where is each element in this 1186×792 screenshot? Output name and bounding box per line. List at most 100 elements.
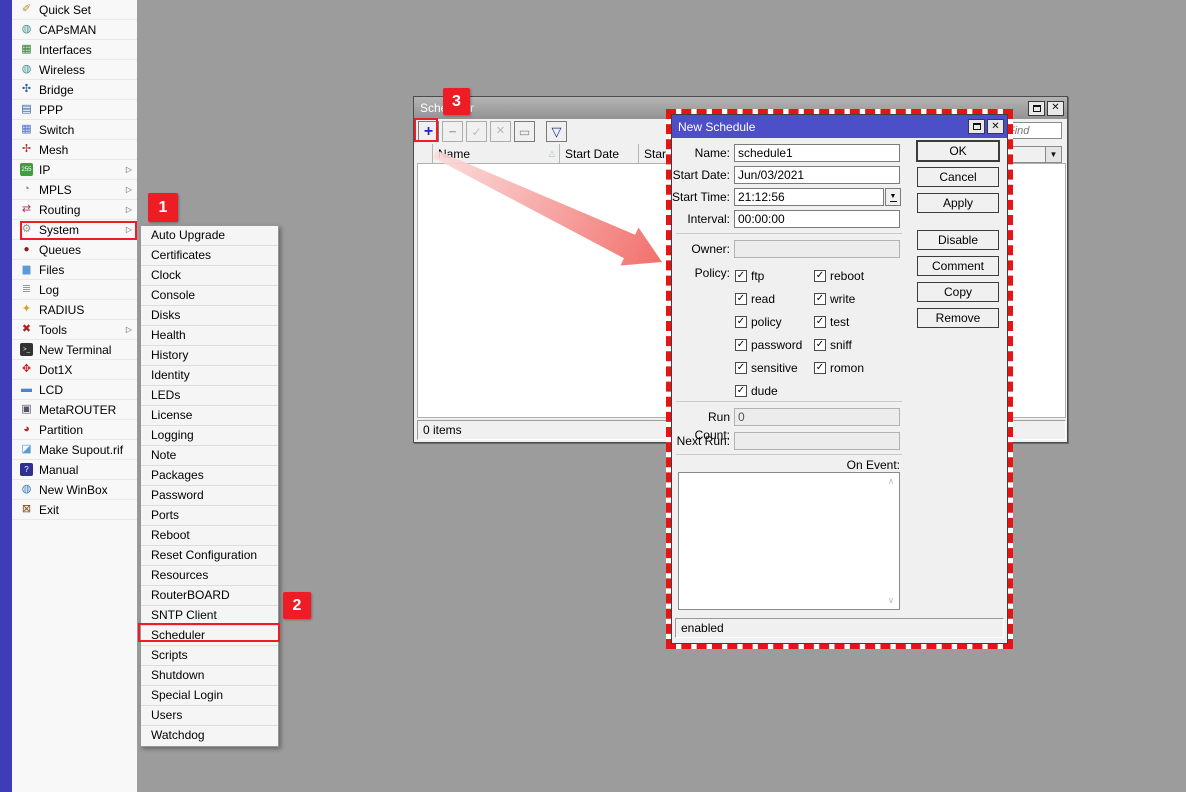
sidebar-item[interactable]: ◍ Wireless ▷ [12, 60, 137, 80]
checkbox-icon[interactable]: ✓ [814, 270, 826, 282]
policy-option[interactable]: ✓ dude [735, 379, 802, 402]
close-button[interactable]: ✕ [1047, 101, 1064, 116]
checkbox-icon[interactable]: ✓ [735, 362, 747, 374]
start-time-input[interactable] [734, 188, 884, 206]
policy-option[interactable]: ✓ reboot [814, 264, 864, 287]
submenu-item[interactable]: History [141, 346, 278, 366]
sidebar-item[interactable]: ? Manual ▷ [12, 460, 137, 480]
sidebar-item[interactable]: ◍ New WinBox ▷ [12, 480, 137, 500]
checkbox-icon[interactable]: ✓ [814, 339, 826, 351]
submenu-item[interactable]: License [141, 406, 278, 426]
policy-option[interactable]: ✓ read [735, 287, 802, 310]
submenu-item[interactable]: Health [141, 326, 278, 346]
submenu-item[interactable]: RouterBOARD [141, 586, 278, 606]
submenu-item[interactable]: Identity [141, 366, 278, 386]
sidebar-item[interactable]: ✖ Tools ▷ [12, 320, 137, 340]
policy-option[interactable]: ✓ romon [814, 356, 864, 379]
sidebar-item[interactable]: ⇄ Routing ▷ [12, 200, 137, 220]
dialog-button[interactable]: Apply [917, 193, 999, 213]
submenu-item[interactable]: Disks [141, 306, 278, 326]
policy-option[interactable]: ✓ sniff [814, 333, 864, 356]
submenu-item-label: Resources [151, 568, 208, 582]
remove-button[interactable]: − [442, 121, 463, 142]
submenu-item[interactable]: Scripts [141, 646, 278, 666]
submenu-item[interactable]: Logging [141, 426, 278, 446]
dialog-close-button[interactable]: ✕ [987, 119, 1004, 134]
disable-button[interactable]: ✕ [490, 121, 511, 142]
submenu-item[interactable]: LEDs [141, 386, 278, 406]
comment-button[interactable]: ▭ [514, 121, 535, 142]
submenu-item[interactable]: Shutdown [141, 666, 278, 686]
policy-option[interactable]: ✓ write [814, 287, 864, 310]
sidebar-item[interactable]: ✢ Mesh ▷ [12, 140, 137, 160]
dialog-maximize-button[interactable] [968, 119, 985, 134]
policy-option[interactable]: ✓ password [735, 333, 802, 356]
policy-option[interactable]: ✓ sensitive [735, 356, 802, 379]
submenu-item[interactable]: Note [141, 446, 278, 466]
sidebar-item[interactable]: ≣ Log ▷ [12, 280, 137, 300]
sidebar-item[interactable]: ▬ LCD ▷ [12, 380, 137, 400]
submenu-item[interactable]: Auto Upgrade [141, 226, 278, 246]
sidebar-item[interactable]: ✥ Dot1X ▷ [12, 360, 137, 380]
policy-option[interactable]: ✓ ftp [735, 264, 802, 287]
scroll-up-icon[interactable]: ∧ [888, 476, 895, 487]
sidebar-item[interactable]: ◔ MPLS ▷ [12, 180, 137, 200]
capsman-icon: ◍ [20, 23, 33, 36]
sidebar-item[interactable]: ✐ Quick Set ▷ [12, 0, 137, 20]
policy-option[interactable]: ✓ policy [735, 310, 802, 333]
sidebar-item[interactable]: ▆ Files ▷ [12, 260, 137, 280]
dialog-button[interactable]: Disable [917, 230, 999, 250]
sidebar-item[interactable]: ◍ CAPsMAN ▷ [12, 20, 137, 40]
submenu-item[interactable]: Packages [141, 466, 278, 486]
submenu-item[interactable]: Certificates [141, 246, 278, 266]
sidebar-item-label: CAPsMAN [39, 23, 96, 37]
checkbox-icon[interactable]: ✓ [735, 339, 747, 351]
checkbox-icon[interactable]: ✓ [735, 316, 747, 328]
enable-button[interactable]: ✓ [466, 121, 487, 142]
checkbox-icon[interactable]: ✓ [735, 270, 747, 282]
submenu-item[interactable]: Special Login [141, 686, 278, 706]
checkbox-icon[interactable]: ✓ [814, 362, 826, 374]
dialog-button[interactable]: OK [917, 141, 999, 161]
submenu-item[interactable]: Users [141, 706, 278, 726]
scroll-down-icon[interactable]: ∨ [888, 595, 895, 606]
checkbox-icon[interactable]: ✓ [735, 385, 747, 397]
submenu-item[interactable]: Reset Configuration [141, 546, 278, 566]
on-event-textarea[interactable]: ∧ ∨ [678, 472, 900, 610]
sidebar-item[interactable]: ✣ Bridge ▷ [12, 80, 137, 100]
sidebar-item[interactable]: ⊠ Exit ▷ [12, 500, 137, 520]
sidebar-item[interactable]: >_ New Terminal ▷ [12, 340, 137, 360]
dialog-button[interactable]: Copy [917, 282, 999, 302]
dialog-button[interactable]: Comment [917, 256, 999, 276]
sidebar-item[interactable]: ◕ Partition ▷ [12, 420, 137, 440]
start-date-input[interactable] [734, 166, 900, 184]
sidebar-item[interactable]: ● Queues ▷ [12, 240, 137, 260]
sidebar-item[interactable]: ▤ PPP ▷ [12, 100, 137, 120]
dialog-titlebar[interactable]: New Schedule ✕ [672, 115, 1007, 138]
policy-option[interactable]: ✓ test [814, 310, 864, 333]
submenu-item[interactable]: Clock [141, 266, 278, 286]
sidebar-item[interactable]: 255 IP ▷ [12, 160, 137, 180]
submenu-item[interactable]: Reboot [141, 526, 278, 546]
dialog-button[interactable]: Cancel [917, 167, 999, 187]
sidebar-item[interactable]: ▦ Switch ▷ [12, 120, 137, 140]
submenu-item[interactable]: Watchdog [141, 726, 278, 746]
start-time-dropdown-button[interactable]: ▼ [885, 188, 901, 206]
sidebar-item[interactable]: ✦ RADIUS ▷ [12, 300, 137, 320]
checkbox-icon[interactable]: ✓ [814, 293, 826, 305]
sidebar-item[interactable]: ▣ MetaROUTER ▷ [12, 400, 137, 420]
submenu-item[interactable]: Password [141, 486, 278, 506]
maximize-button[interactable] [1028, 101, 1045, 116]
sidebar-item[interactable]: ▦ Interfaces ▷ [12, 40, 137, 60]
interval-input[interactable] [734, 210, 900, 228]
sidebar-item[interactable]: ◪ Make Supout.rif ▷ [12, 440, 137, 460]
checkbox-icon[interactable]: ✓ [814, 316, 826, 328]
name-input[interactable] [734, 144, 900, 162]
filter-button[interactable]: ▽ [546, 121, 567, 142]
submenu-item[interactable]: Resources [141, 566, 278, 586]
submenu-item[interactable]: Console [141, 286, 278, 306]
textarea-scrollbar[interactable]: ∧ ∨ [884, 474, 898, 608]
dialog-button[interactable]: Remove [917, 308, 999, 328]
checkbox-icon[interactable]: ✓ [735, 293, 747, 305]
submenu-item[interactable]: Ports [141, 506, 278, 526]
